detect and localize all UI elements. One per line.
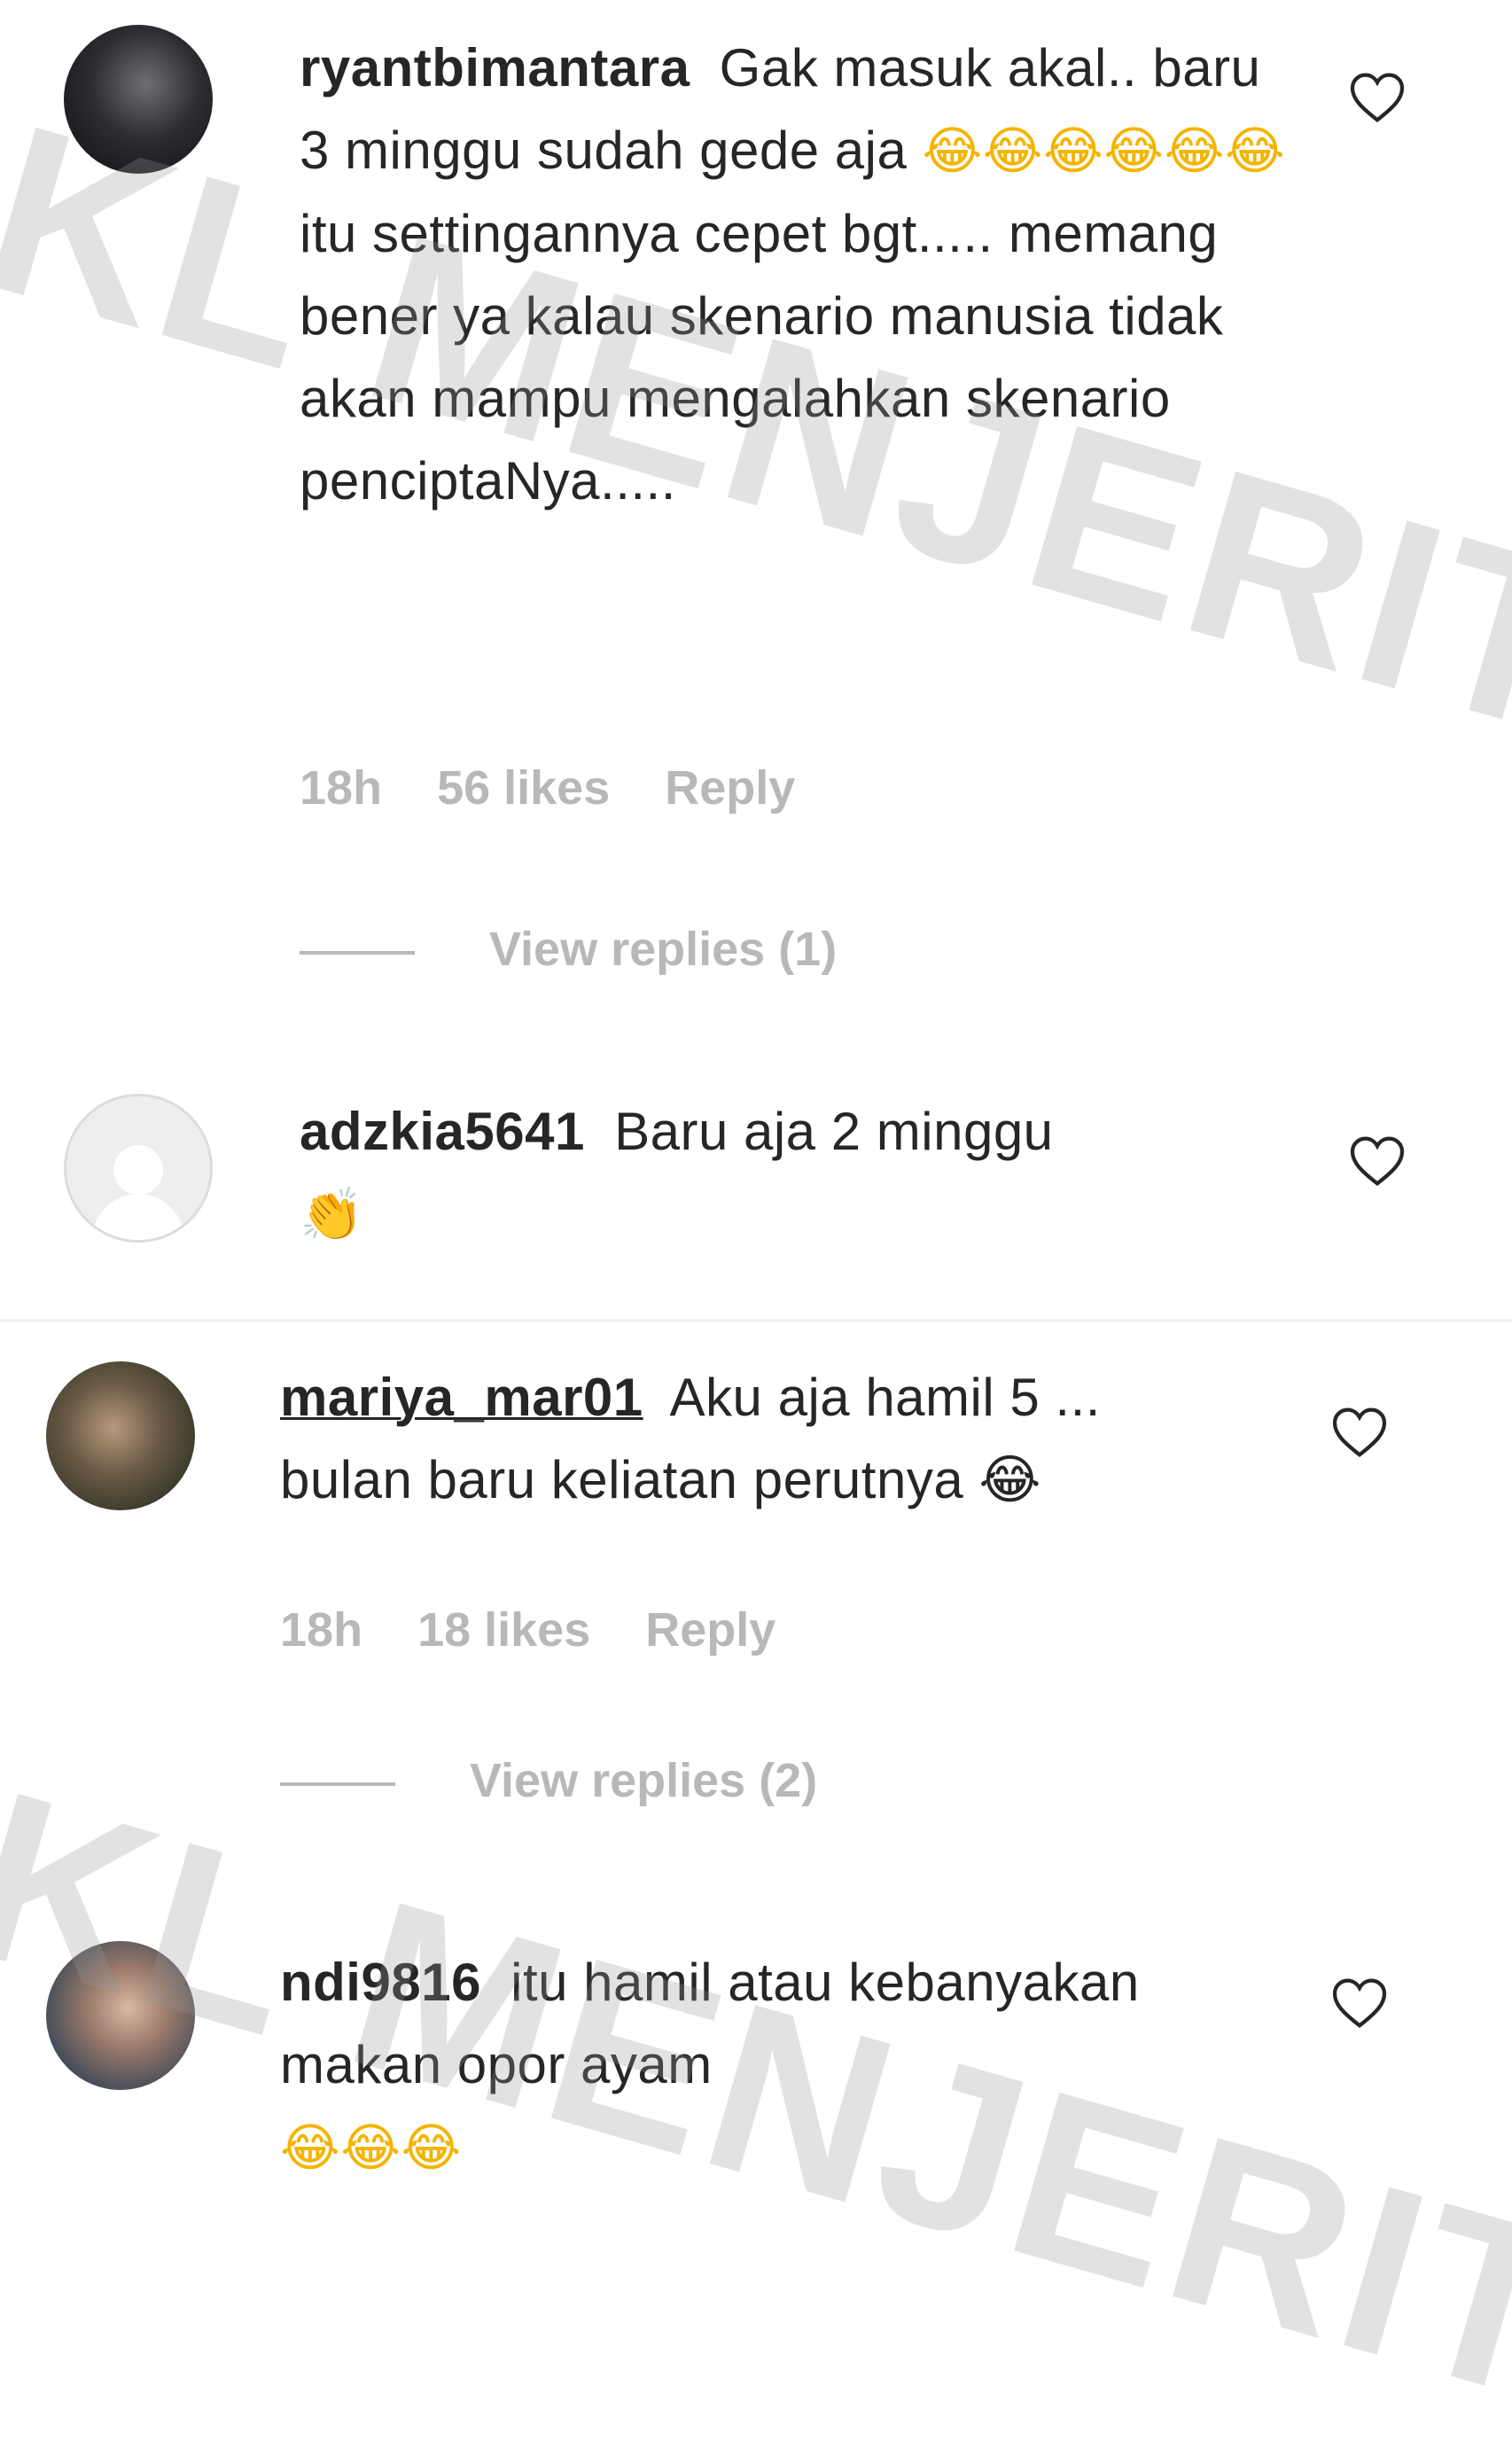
like-heart-icon[interactable] [1331,1976,1388,2030]
replies-divider-line [300,950,415,955]
comment-body-continued: itu settingannya cepet bgt..... memang b… [300,204,1224,511]
comment-item: ryantbimantara Gak masuk akal.. baru 3 m… [0,0,1512,1055]
comment-item: mariya_mar01 Aku aja hamil 5 ... bulan b… [0,1338,1512,1835]
comment-time: 18h [280,1603,363,1657]
comment-meta: 18h 56 likes Reply [300,760,850,815]
comment-meta: 18h 18 likes Reply [280,1602,830,1657]
replies-divider-line [280,1782,395,1786]
comment-likes[interactable]: 18 likes [417,1603,590,1657]
comment-text: ryantbimantara Gak masuk akal.. baru 3 m… [300,27,1301,522]
section-divider [0,1319,1512,1322]
comment-username[interactable]: adzkia5641 [300,1102,585,1161]
comment-username[interactable]: mariya_mar01 [280,1368,643,1427]
view-replies-button[interactable]: View replies (2) [280,1753,817,1808]
view-replies-button[interactable]: View replies (1) [300,922,837,977]
comment-item: adzkia5641 Baru aja 2 minggu 👏 [0,1064,1512,1321]
comment-body: Baru aja 2 minggu [614,1102,1054,1161]
emoji-clapping: 👏 [300,1184,364,1244]
comment-text: mariya_mar01 Aku aja hamil 5 ... bulan b… [280,1356,1282,1521]
like-heart-icon[interactable] [1349,71,1406,124]
comment-body: Aku aja hamil 5 ... [669,1368,1101,1427]
view-replies-label[interactable]: View replies (2) [470,1754,817,1807]
avatar[interactable] [64,1094,213,1243]
reply-button[interactable]: Reply [645,1603,775,1657]
avatar[interactable] [46,1941,195,2090]
comment-username[interactable]: ryantbimantara [300,38,690,97]
like-heart-icon[interactable] [1349,1134,1406,1188]
view-replies-label[interactable]: View replies (1) [489,923,837,976]
comment-text: adzkia5641 Baru aja 2 minggu 👏 [300,1090,1301,1256]
emoji-laughing: 😂😂😂 [280,2117,462,2178]
comment-item: ndi9816 itu hamil atau kebanyakan makan … [0,1923,1512,2269]
avatar[interactable] [46,1361,195,1510]
comment-text: ndi9816 itu hamil atau kebanyakan makan … [280,1941,1282,2189]
comment-body-continued: bulan baru keliatan perutnya 😂 [280,1450,1041,1509]
comment-likes[interactable]: 56 likes [437,761,610,815]
reply-button[interactable]: Reply [665,761,795,815]
avatar[interactable] [64,25,213,174]
comment-username[interactable]: ndi9816 [280,1953,481,2012]
emoji-laughing: 😂😂😂😂😂😂 [922,121,1286,181]
like-heart-icon[interactable] [1331,1406,1388,1459]
comment-time: 18h [300,761,383,815]
